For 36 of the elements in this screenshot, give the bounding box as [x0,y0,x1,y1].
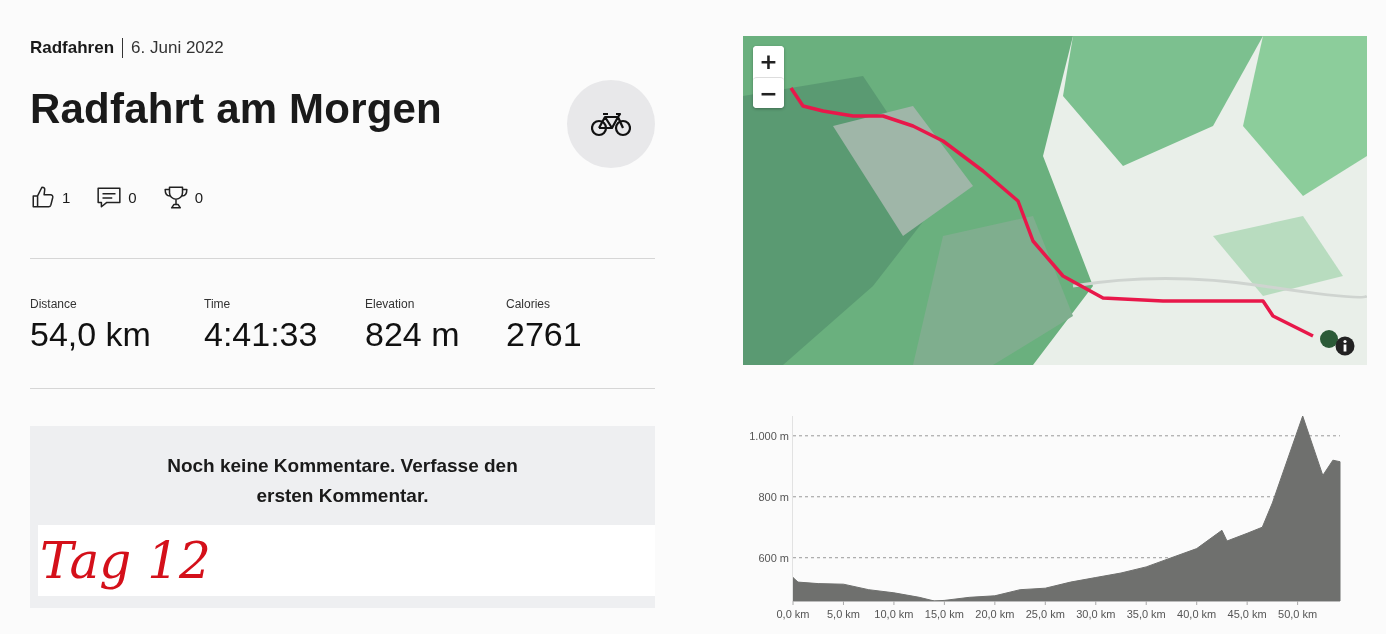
activity-date: 6. Juni 2022 [130,38,224,58]
y-tick-label: 800 m [758,490,789,503]
y-tick-label: 600 m [758,551,789,564]
reaction-count: 1 [62,188,71,206]
stat-value: 824 m [365,315,461,354]
activity-title: Radfahrt am Morgen [30,84,442,134]
zoom-in-button[interactable]: + [753,46,784,77]
x-tick-label: 35,0 km [1126,608,1166,620]
stat-label: Calories [506,297,551,311]
x-tick-label: 40,0 km [1177,608,1217,620]
x-tick-label: 20,0 km [975,608,1015,620]
x-tick-label: 0,0 km [776,608,810,620]
info-icon[interactable] [1335,336,1355,356]
y-tick-label: 1.000 m [749,429,789,442]
reaction-count: 0 [194,188,204,206]
stat-label: Elevation [365,297,416,311]
x-tick-label: 45,0 km [1227,608,1267,620]
stat-value: 4:41:33 [204,315,319,354]
thumbs-up-icon[interactable] [30,184,56,210]
stat-label: Distance [30,297,78,311]
x-tick-label: 30,0 km [1076,608,1116,620]
trophy-icon[interactable] [162,184,189,210]
x-tick-label: 50,0 km [1278,608,1318,620]
stat-label: Time [204,297,232,311]
x-tick-label: 5,0 km [826,608,860,620]
handwritten-note: Tag 12 [39,532,211,589]
x-tick-label: 25,0 km [1025,608,1065,620]
x-tick-label: 10,0 km [874,608,914,620]
stat-value: 2761 [506,315,582,354]
reaction-count: 0 [128,188,137,206]
zoom-out-button[interactable]: − [753,77,784,108]
stat-value: 54,0 km [30,315,152,354]
sport-label: Radfahren [30,38,124,58]
bicycle-icon [591,111,631,137]
empty-comments-message: Noch keine Kommentare. Verfasse den ersten Kommentar. [166,454,519,508]
x-tick-label: 15,0 km [924,608,964,620]
